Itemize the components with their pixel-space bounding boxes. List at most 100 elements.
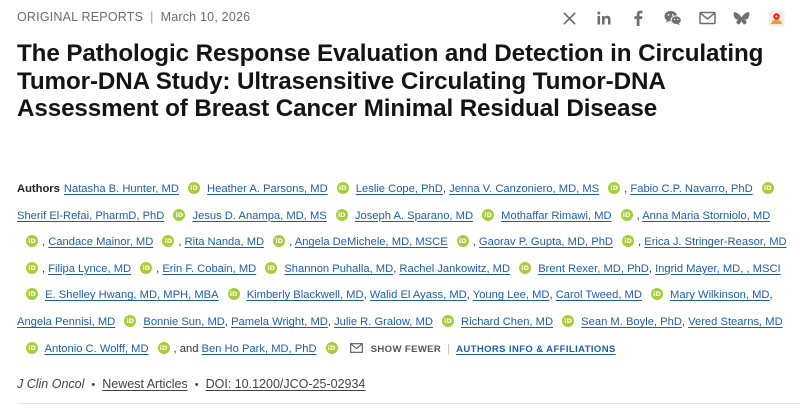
author-link[interactable]: Erin F. Cobain, MD xyxy=(162,263,256,275)
author-link[interactable]: Bonnie Sun, MD xyxy=(143,316,224,328)
author-link[interactable]: Young Lee, MD xyxy=(473,289,550,301)
facebook-icon[interactable] xyxy=(627,7,649,29)
author-separator: , xyxy=(624,183,628,195)
author-separator: , xyxy=(638,236,642,249)
author-link[interactable]: Anna Maria Storniolo, MD xyxy=(642,210,770,222)
article-title: The Pathologic Response Evaluation and D… xyxy=(17,40,764,122)
author-link[interactable]: Pamela Wright, MD xyxy=(231,316,328,328)
author-link[interactable]: Mary Wilkinson, MD xyxy=(670,289,769,301)
author-link[interactable]: Jesus D. Anampa, MD, MS xyxy=(192,210,326,222)
orcid-icon[interactable]: iD xyxy=(456,235,469,248)
linkedin-icon[interactable] xyxy=(593,7,615,29)
orcid-icon[interactable]: iD xyxy=(124,314,137,327)
orcid-icon[interactable]: iD xyxy=(173,208,186,221)
orcid-icon[interactable]: iD xyxy=(761,182,774,194)
share-toolbar xyxy=(546,7,788,29)
orcid-icon[interactable]: iD xyxy=(265,261,278,274)
author-separator: , xyxy=(42,236,46,249)
orcid-icon[interactable]: iD xyxy=(157,341,170,354)
orcid-icon[interactable]: iD xyxy=(227,288,240,301)
journal-name: J Clin Oncol xyxy=(17,377,85,391)
author-link[interactable]: Filipa Lynce, MD xyxy=(48,263,131,275)
x-icon[interactable] xyxy=(558,7,580,29)
author-separator: , xyxy=(549,289,553,302)
author-link[interactable]: Angela Pennisi, MD xyxy=(17,316,115,328)
article-meta-bar: ORIGINAL REPORTS | March 10, 2026 xyxy=(17,10,787,28)
author-link[interactable]: Ingrid Mayer, MD, , MSCI xyxy=(655,263,781,275)
author-separator: , xyxy=(472,236,476,249)
author-link[interactable]: Erica J. Stringer-Reasor, MD xyxy=(644,236,786,248)
newest-articles-link[interactable]: Newest Articles xyxy=(102,377,187,391)
article-category: ORIGINAL REPORTS xyxy=(17,10,144,24)
orcid-icon[interactable]: iD xyxy=(26,235,38,248)
author-link[interactable]: Natasha B. Hunter, MD xyxy=(64,183,179,195)
author-separator: , xyxy=(442,183,446,195)
author-link[interactable]: Leslie Cope, PhD xyxy=(356,183,443,195)
orcid-icon[interactable]: iD xyxy=(273,235,286,248)
author-separator: , xyxy=(156,262,160,275)
author-separator: , xyxy=(289,236,293,249)
wechat-icon[interactable] xyxy=(662,7,684,29)
orcid-icon[interactable]: iD xyxy=(608,182,621,194)
orcid-icon[interactable]: iD xyxy=(620,208,633,221)
author-separator: , xyxy=(636,209,640,222)
bullet-separator: • xyxy=(91,379,96,391)
author-link[interactable]: Kimberly Blackwell, MD xyxy=(247,289,364,301)
author-separator: , and xyxy=(173,342,199,355)
author-link[interactable]: Walid El Ayass, MD xyxy=(370,289,467,301)
author-link[interactable]: Gaorav P. Gupta, MD, PhD xyxy=(479,236,613,248)
orcid-icon[interactable]: iD xyxy=(26,341,38,354)
author-link[interactable]: Richard Chen, MD xyxy=(461,316,553,328)
bullet-separator: • xyxy=(194,379,199,391)
author-link[interactable]: Sean M. Boyle, PhD xyxy=(581,316,682,328)
bluesky-icon[interactable] xyxy=(731,7,753,29)
author-link[interactable]: Jenna V. Canzoniero, MD, MS xyxy=(449,183,599,195)
author-separator: , xyxy=(224,315,228,328)
orcid-icon[interactable]: iD xyxy=(140,261,153,274)
email-icon[interactable] xyxy=(696,7,718,29)
orcid-icon[interactable]: iD xyxy=(519,261,532,274)
orcid-icon[interactable]: iD xyxy=(562,314,575,327)
author-link[interactable]: Sherif El-Refai, PharmD, PhD xyxy=(17,210,164,222)
author-link[interactable]: Angela DeMichele, MD, MSCE xyxy=(295,236,448,248)
author-separator: , xyxy=(681,315,686,328)
doi-link[interactable]: DOI: 10.1200/JCO-25-02934 xyxy=(206,377,366,391)
author-link[interactable]: Vered Stearns, MD xyxy=(688,316,783,328)
author-link[interactable]: Rachel Jankowitz, MD xyxy=(399,263,510,275)
author-separator: , xyxy=(393,262,397,275)
authors-label: Authors xyxy=(17,183,60,195)
author-link[interactable]: Julie R. Gralow, MD xyxy=(334,316,433,328)
citation-line: J Clin Oncol • Newest Articles • DOI: 10.120… xyxy=(17,377,365,391)
orcid-icon[interactable]: iD xyxy=(26,261,38,274)
author-link[interactable]: E. Shelley Hwang, MD, MPH, MBA xyxy=(45,289,218,301)
author-link[interactable]: Brent Rexer, MD, PhD xyxy=(538,263,649,275)
author-link[interactable]: Joseph A. Sparano, MD xyxy=(355,210,473,222)
author-separator: , xyxy=(363,289,367,302)
orcid-icon[interactable]: iD xyxy=(336,182,349,194)
mendeley-icon[interactable] xyxy=(765,7,787,29)
publication-date: March 10, 2026 xyxy=(160,10,251,24)
author-list: Authors Natasha B. Hunter, MD iD Heather A… xyxy=(17,176,792,363)
author-link[interactable]: Shannon Puhalla, MD xyxy=(284,263,393,275)
orcid-icon[interactable]: iD xyxy=(482,208,495,221)
author-link[interactable]: Rita Nanda, MD xyxy=(185,236,265,248)
authors-info-affiliations-link[interactable]: AUTHORS INFO & AFFILIATIONS xyxy=(456,344,616,355)
email-author-icon[interactable] xyxy=(349,337,363,364)
orcid-icon[interactable]: iD xyxy=(335,208,348,221)
author-link[interactable]: Fabio C.P. Navarro, PhD xyxy=(630,183,752,195)
author-separator: , xyxy=(648,262,652,275)
orcid-icon[interactable]: iD xyxy=(650,288,663,301)
author-link[interactable]: Candace Mainor, MD xyxy=(48,236,153,248)
author-link[interactable]: Mothaffar Rimawi, MD xyxy=(501,210,611,222)
orcid-icon[interactable]: iD xyxy=(187,182,200,194)
author-link[interactable]: Heather A. Parsons, MD xyxy=(207,183,328,195)
orcid-icon[interactable]: iD xyxy=(622,235,635,248)
show-fewer-button[interactable]: SHOW FEWER xyxy=(371,344,442,355)
orcid-icon[interactable]: iD xyxy=(441,314,454,327)
author-link[interactable]: Antonio C. Wolff, MD xyxy=(45,343,149,355)
orcid-icon[interactable]: iD xyxy=(325,341,338,354)
orcid-icon[interactable]: iD xyxy=(26,288,38,301)
author-link[interactable]: Carol Tweed, MD xyxy=(556,289,642,301)
author-link[interactable]: Ben Ho Park, MD, PhD xyxy=(202,343,317,355)
orcid-icon[interactable]: iD xyxy=(162,235,175,248)
